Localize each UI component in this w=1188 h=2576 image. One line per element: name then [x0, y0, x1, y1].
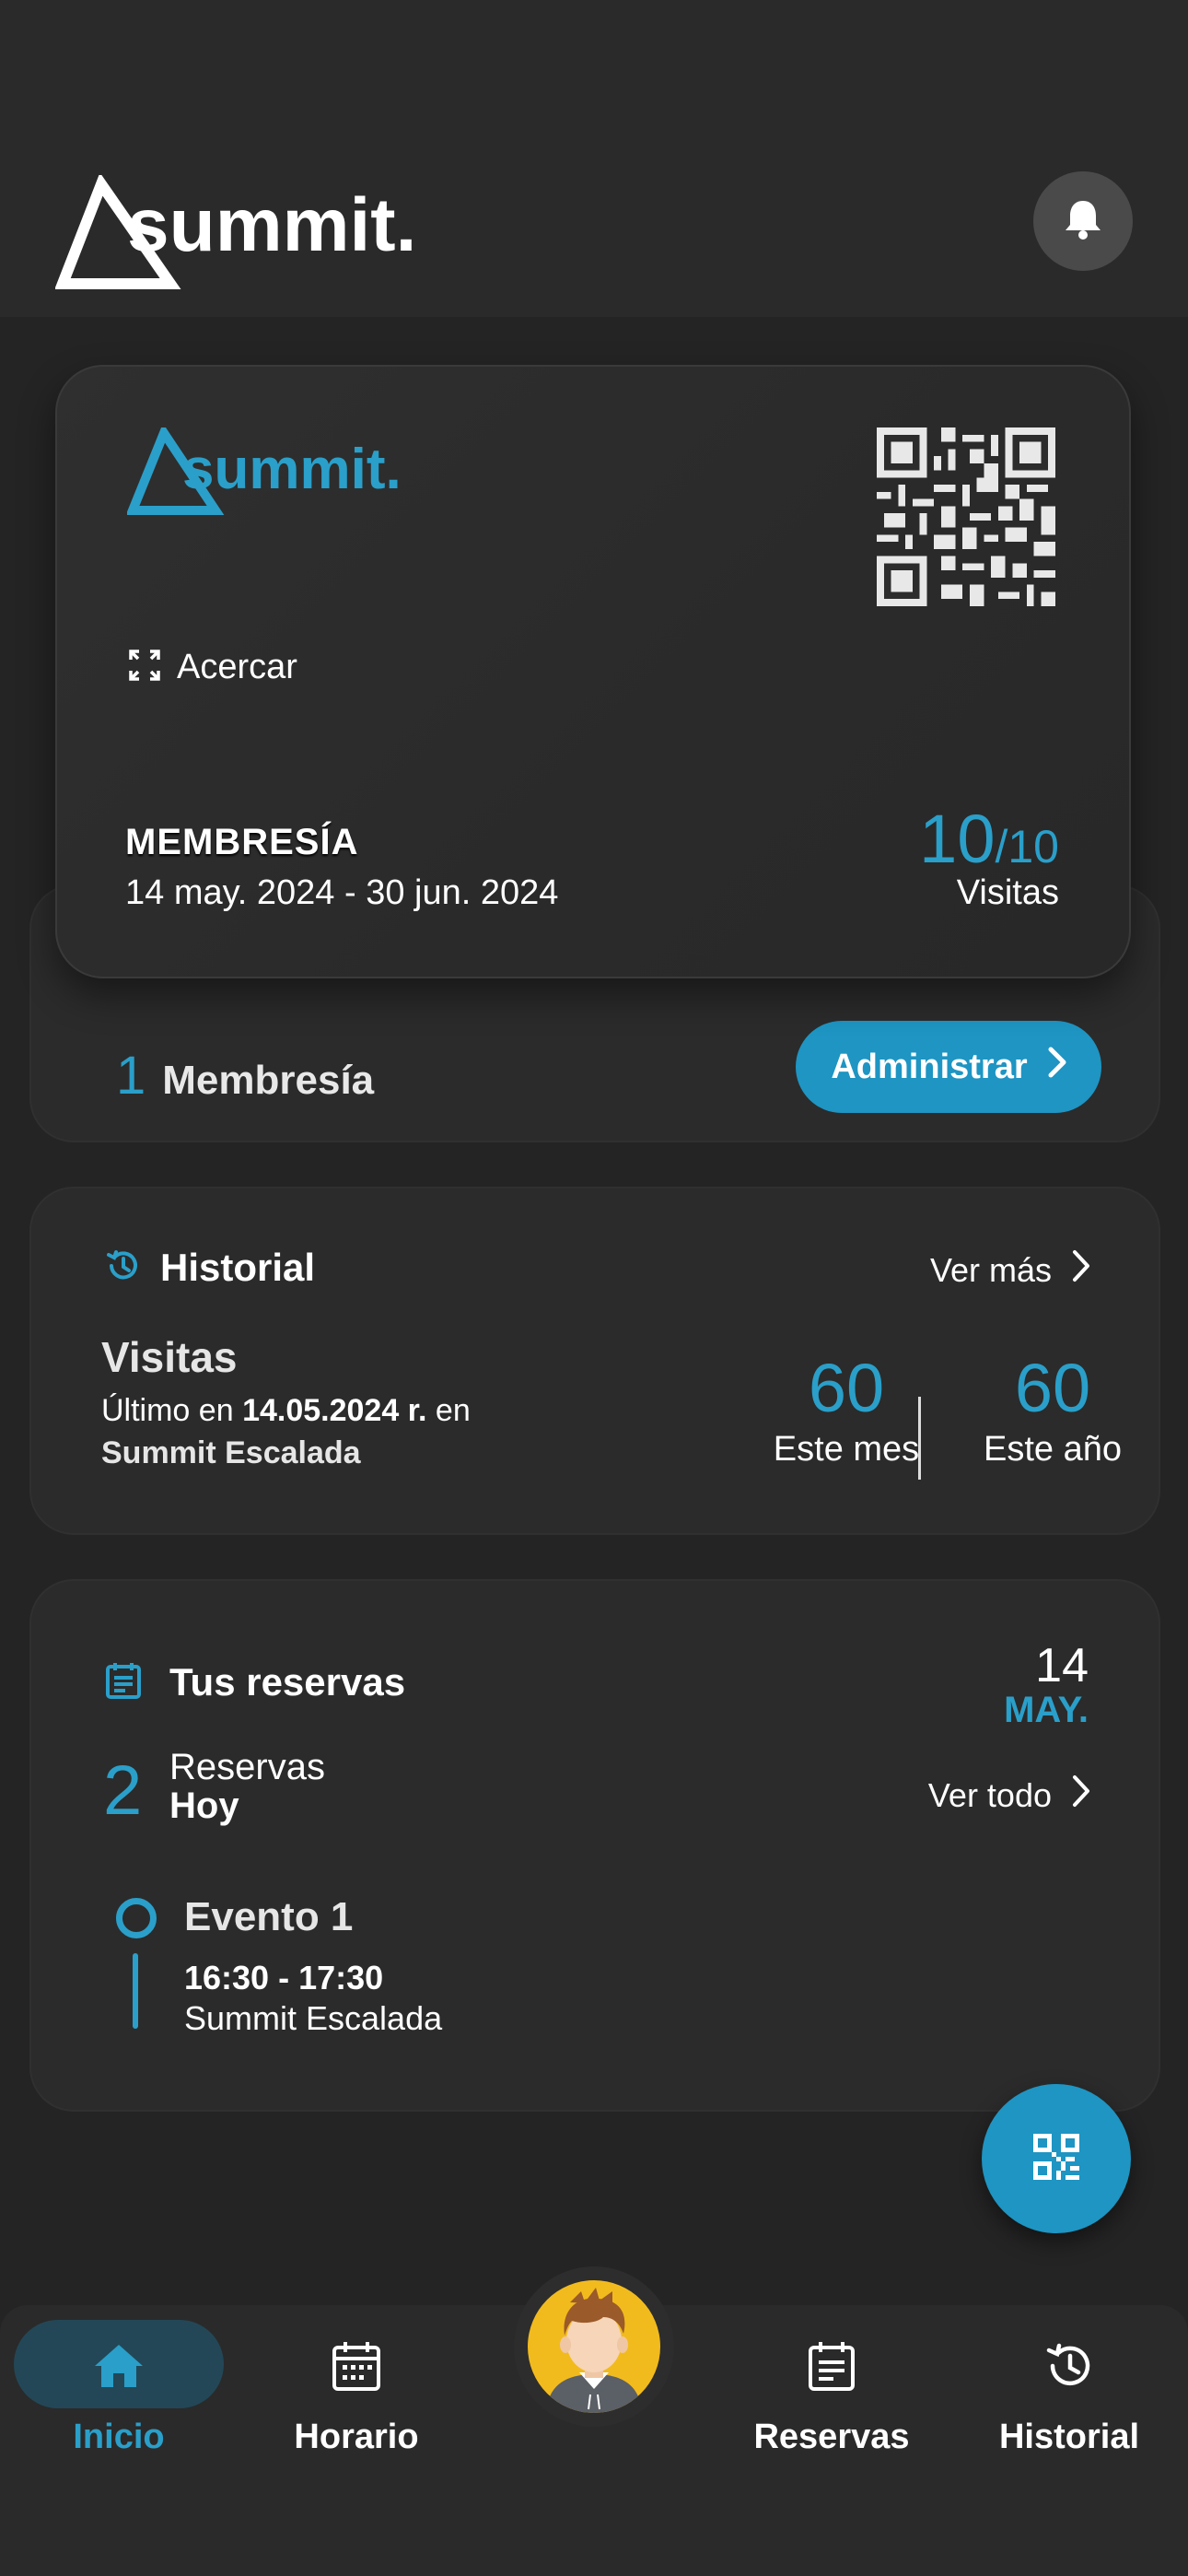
- summit-logo: summit.: [54, 172, 442, 295]
- visits-used: 10: [919, 801, 996, 877]
- reservations-header: Tus reservas: [105, 1660, 405, 1704]
- reservations-icon: [802, 2336, 861, 2395]
- today-date: 14 MAY.: [1004, 1642, 1089, 1730]
- avatar: [528, 2280, 660, 2413]
- nav-item-historial[interactable]: Historial: [950, 2305, 1188, 2489]
- year-visits-value: 60: [1014, 1350, 1091, 1426]
- nav-label-inicio: Inicio: [73, 2418, 165, 2456]
- stat-divider: [918, 1397, 921, 1480]
- last-visit-gym: Summit Escalada: [101, 1435, 361, 1470]
- manage-button-label: Administrar: [831, 1047, 1028, 1086]
- visits-total: /10: [995, 821, 1059, 872]
- nav-item-reservas[interactable]: Reservas: [713, 2305, 950, 2489]
- reservations-count-sub: Hoy: [169, 1786, 239, 1826]
- logo-text: summit.: [127, 183, 416, 267]
- card-summit-logo: summit.: [125, 423, 431, 520]
- see-more-label: Ver más: [929, 1250, 1052, 1289]
- zoom-label: Acercar: [177, 648, 297, 686]
- reservations-title: Tus reservas: [169, 1660, 406, 1704]
- zoom-button[interactable]: Acercar: [129, 648, 297, 687]
- home-icon: [89, 2336, 148, 2395]
- today-month: MAY.: [1004, 1690, 1089, 1730]
- last-visit-prefix: Último en: [101, 1393, 243, 1428]
- calendar-list-icon: [105, 1661, 142, 1704]
- nav-label-horario: Horario: [294, 2418, 419, 2456]
- profile-avatar-button[interactable]: [514, 2266, 674, 2427]
- see-more-link[interactable]: Ver más: [930, 1249, 1090, 1291]
- membership-title: MEMBRESÍA: [125, 822, 359, 862]
- event-timeline-line: [133, 1953, 138, 2029]
- membership-count-label: Membresía: [162, 1058, 375, 1103]
- chevron-right-icon: [1072, 1774, 1090, 1816]
- reservations-count: 2: [103, 1751, 143, 1830]
- chevron-right-icon: [1072, 1249, 1090, 1291]
- last-visit-suffix: en: [426, 1393, 471, 1428]
- expand-icon: [129, 650, 160, 685]
- chevron-right-icon: [1048, 1047, 1066, 1087]
- history-card: Historial Ver más Visitas Último en 14.0…: [29, 1187, 1160, 1535]
- nav-item-horario[interactable]: Horario: [238, 2305, 475, 2489]
- qr-scan-button[interactable]: [982, 2084, 1131, 2233]
- notifications-button[interactable]: [1033, 171, 1133, 271]
- reservations-count-label: Reservas: [169, 1747, 325, 1787]
- history-icon: [1040, 2336, 1099, 2395]
- visits-label: Visitas: [956, 873, 1059, 912]
- nav-label-historial: Historial: [998, 2418, 1140, 2456]
- stat-this-year: 60 Este año: [949, 1354, 1157, 1469]
- last-visit-line: Último en 14.05.2024 r. en: [101, 1393, 471, 1429]
- membership-count-value: 1: [116, 1046, 146, 1106]
- membership-dates: 14 may. 2024 - 30 jun. 2024: [125, 873, 559, 912]
- see-all-link[interactable]: Ver todo: [928, 1774, 1090, 1816]
- card-logo-text: summit.: [182, 438, 402, 501]
- history-icon: [105, 1247, 142, 1289]
- year-visits-label: Este año: [984, 1430, 1122, 1469]
- last-visit-date: 14.05.2024 r.: [242, 1393, 427, 1428]
- nav-label-reservas: Reservas: [753, 2418, 910, 2456]
- history-title: Historial: [160, 1246, 316, 1289]
- nav-item-inicio[interactable]: Inicio: [0, 2305, 238, 2489]
- app-screen: summit. 1 Membresía Administrar summit. …: [0, 0, 1188, 2576]
- history-header: Historial: [105, 1246, 315, 1290]
- visits-counter: 10/10: [919, 800, 1059, 878]
- event-place: Summit Escalada: [184, 1999, 443, 2037]
- reservations-card: Tus reservas 14 MAY. 2 Reservas Hoy Ver …: [29, 1579, 1160, 2112]
- event-title[interactable]: Evento 1: [184, 1894, 353, 1940]
- top-header: summit.: [0, 0, 1188, 317]
- visits-heading: Visitas: [101, 1333, 238, 1381]
- see-all-label: Ver todo: [927, 1775, 1052, 1814]
- membership-count: 1 Membresía: [116, 1045, 374, 1107]
- manage-button[interactable]: Administrar: [796, 1021, 1101, 1113]
- qr-code[interactable]: [877, 427, 1055, 606]
- today-day: 14: [1035, 1639, 1089, 1692]
- qr-code-icon: [1033, 2133, 1079, 2184]
- bell-icon: [1063, 197, 1103, 246]
- membership-card[interactable]: summit. Acercar MEMBRESÍA 14 may. 2024 -…: [55, 365, 1131, 978]
- calendar-icon: [327, 2336, 386, 2395]
- event-timeline-dot: [116, 1898, 157, 1938]
- event-time: 16:30 - 17:30: [184, 1959, 384, 1996]
